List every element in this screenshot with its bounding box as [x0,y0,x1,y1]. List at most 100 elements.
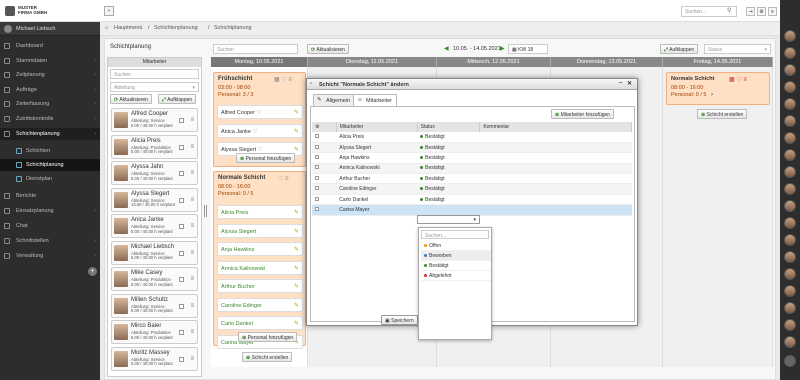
edit-icon[interactable]: ✎ [294,109,299,116]
row-edit-icon[interactable] [315,186,319,191]
drag-handle-icon[interactable]: ≡ [190,303,194,309]
user-avatar[interactable] [784,183,796,195]
comment-cell[interactable] [479,173,632,185]
drag-handle-icon[interactable]: ≡ [190,170,194,176]
user-avatar[interactable] [784,98,796,110]
drag-handle-icon[interactable]: ≡ [190,276,194,282]
employee-expand-button[interactable]: ⤢ Aufklappen [158,94,197,104]
department-filter-select[interactable]: Abteilung ▾ [110,82,199,92]
add-staff-button[interactable]: ⊕ Personal hinzufügen [236,153,296,163]
edit-icon[interactable]: ✎ [294,246,299,253]
edit-icon[interactable]: ✎ [294,228,299,235]
shift-member-row[interactable]: Caroline Edinger ✎ [217,297,303,312]
sidebar-item-chat[interactable]: Chat [0,220,100,232]
comment-cell[interactable] [479,183,632,195]
sidebar-item-schnittstellen[interactable]: Schnittstellen › [0,235,100,247]
checkbox[interactable] [179,303,184,309]
checkbox[interactable] [179,144,184,150]
shift-member-row[interactable]: Anja Hawkins ✎ [217,242,303,256]
add-staff-button[interactable]: ⊕ Mitarbeiter hinzufügen [551,109,615,119]
sidebar-item-zutrittskontrolle[interactable]: Zutrittskontrolle › [0,113,100,125]
edit-icon[interactable]: ✎ [294,146,299,153]
table-row[interactable]: Alicia Preis Bestätigt [312,132,632,143]
employee-card[interactable]: Alyssa Jahn Abteilung: Service 5.00 / 40.0… [111,161,198,185]
drag-handle-icon[interactable]: ≡ [190,223,194,229]
table-row[interactable]: Alyssa Slegert Bestätigt [312,142,632,154]
sidebar-item-auftr-ge[interactable]: Aufträge › [0,84,100,96]
status-cell[interactable]: Bestätigt [417,173,480,185]
logout-icon[interactable]: ⇥ [746,7,755,16]
dialog-title-bar[interactable]: ▫ Schicht "Normale Schicht" ändern – ✕ [307,79,637,90]
row-edit-icon[interactable] [315,175,319,180]
shift-member-row[interactable]: Carlo Dankel ✎ [217,316,303,330]
employee-card[interactable]: Michael Liebsch Abteilung: Service 5.00 / … [111,240,198,265]
user-avatar[interactable] [784,30,796,42]
row-edit-icon[interactable] [315,154,319,159]
table-row[interactable]: Anja Hawkins Bestätigt [312,152,632,164]
employee-search-input[interactable]: Suchen [110,69,199,79]
edit-icon[interactable]: ✎ [294,283,299,290]
edit-icon[interactable]: ✎ [294,302,299,309]
week-field[interactable]: ▦ KW 18 [508,44,548,54]
sidebar-item-einsatzplanung[interactable]: Einsatzplanung › [0,205,100,217]
comment-cell[interactable] [479,132,632,143]
shift-member-row[interactable]: Alyssa Slegert ✎ [217,223,303,238]
checkbox[interactable] [179,250,184,256]
table-row[interactable]: Caroline Edinger Bestätigt [312,183,632,195]
status-option[interactable]: Abgelehnt [421,271,491,281]
chevron-right-icon[interactable]: › [711,92,713,98]
status-cell[interactable] [417,204,480,216]
employee-card[interactable]: Milien Schultz Abteilung: Service 5.00 / 4… [111,293,198,318]
employee-card[interactable]: Anica Janke Abteilung: Service 5.00 / 40.0… [111,214,198,238]
comment-cell[interactable] [479,163,632,175]
employee-card[interactable]: Alfred Cooper Abteilung: Service 5.00 / 40… [111,108,198,132]
column-header-comment[interactable]: Kommentar [479,122,632,132]
employee-card[interactable]: Mike Casey Abteilung: Produktion 5.00 / 40… [111,267,198,291]
shift-menu-icons[interactable]: ▦ ♡ ≡ [729,76,747,83]
user-avatar[interactable] [784,217,796,229]
next-week-icon[interactable]: ▶ [500,45,505,52]
shift-menu-icons[interactable]: ♡ ≡ [278,175,289,182]
user-avatar[interactable] [784,149,796,161]
checkbox[interactable] [179,171,184,176]
settings-icon[interactable]: ⚙ [757,7,766,16]
create-shift-button[interactable]: ⊕ Schicht erstellen [242,352,293,362]
shift-menu-icons[interactable]: ▦ ♡ ≡ [274,76,292,83]
sidebar-item-zeiterfassung[interactable]: Zeiterfassung › [0,98,100,110]
user-avatar[interactable] [784,47,796,59]
row-edit-icon[interactable] [315,133,319,138]
shift-search-input[interactable]: Suchen [213,44,298,54]
close-icon[interactable]: ✕ [627,80,632,87]
table-row[interactable]: Carlo Dankel Bestätigt [312,194,632,206]
shift-member-row[interactable]: Anica Janke ♡ ✎ [217,123,303,138]
add-icon[interactable]: + [88,267,97,276]
drag-handle-icon[interactable]: ≡ [190,117,194,123]
add-staff-button[interactable]: ⊕ Personal hinzufügen [238,332,298,342]
prev-week-icon[interactable]: ◀ [444,45,449,52]
user-avatar[interactable] [784,115,796,127]
create-shift-button[interactable]: ⊕ Schicht erstellen [697,109,748,119]
user-avatar[interactable] [784,234,796,246]
drag-handle-icon[interactable]: ≡ [190,250,194,256]
shift-card-normal[interactable]: Normale Schicht ♡ ≡ 08:00 - 16:00 Person… [213,171,306,349]
shift-card-friday[interactable]: Normale Schicht ▦ ♡ ≡ 08:00 - 16:00 Pers… [666,72,770,105]
user-avatar[interactable] [784,336,796,348]
sidebar-item-verwaltung[interactable]: Verwaltung › [0,250,100,262]
sidebar-item-dashboard[interactable]: Dashboard [0,40,100,52]
logo[interactable]: MUSTER FIRMA GMBH [0,0,100,22]
checkbox[interactable] [179,277,184,282]
column-header-staff[interactable]: Mitarbeiter [336,122,418,132]
checkbox[interactable] [179,197,184,203]
checkbox[interactable] [179,330,184,335]
user-avatar[interactable] [784,132,796,144]
employee-card[interactable]: Alyssa Slegert Abteilung: Service 13.00 / … [111,187,198,212]
sidebar-item-schichten[interactable]: Schichten [0,145,100,157]
shift-card-early[interactable]: Frühschicht ▦ ♡ ≡ 03:00 - 08:00 Personal… [213,72,306,167]
column-header-status[interactable]: Status [417,122,481,132]
tab-general[interactable]: ✎ Allgemein [313,94,356,106]
status-filter-select[interactable]: Status ▾ [704,44,771,54]
row-edit-icon[interactable] [315,196,319,201]
comment-cell[interactable] [479,194,632,206]
user-avatar[interactable] [784,302,796,314]
shift-member-row[interactable]: Alicia Preis ✎ [217,205,303,219]
